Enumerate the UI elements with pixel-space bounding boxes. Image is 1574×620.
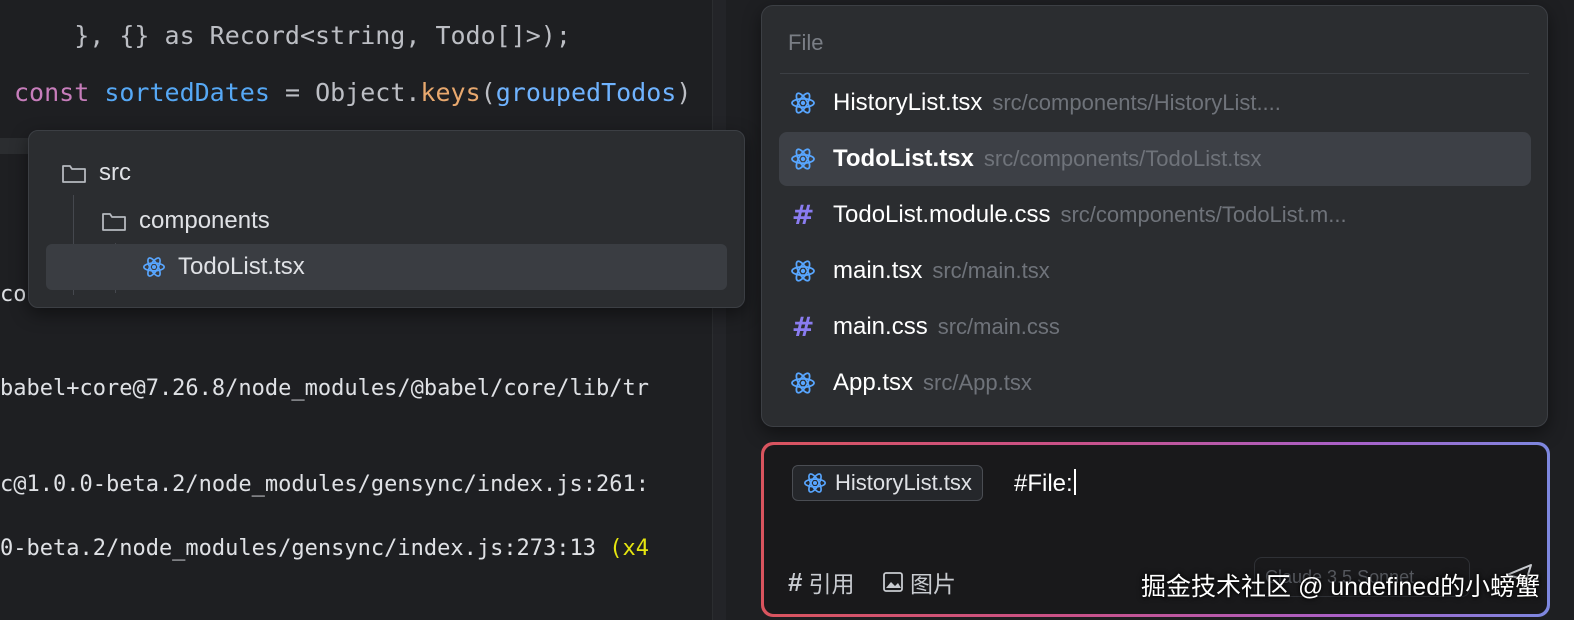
code-paren: ( xyxy=(480,78,496,107)
file-reference-chip[interactable]: HistoryList.tsx xyxy=(792,465,983,501)
file-option[interactable]: # main.css src/main.css xyxy=(779,300,1531,354)
divider xyxy=(780,73,1529,74)
image-button[interactable]: 图片 xyxy=(882,565,956,599)
file-path: src/components/HistoryList.... xyxy=(992,90,1281,115)
code-argument: groupedTodos xyxy=(495,78,677,107)
file-name: TodoList.tsx xyxy=(833,145,974,172)
tree-item-todolist[interactable]: TodoList.tsx xyxy=(46,244,727,290)
react-icon xyxy=(804,473,826,493)
file-path: src/App.tsx xyxy=(923,370,1032,395)
file-path: src/main.css xyxy=(937,314,1060,339)
file-picker-popup: File HistoryList.tsx src/components/Hist… xyxy=(761,5,1548,427)
file-name: TodoList.module.css xyxy=(833,201,1051,228)
hash-icon: # xyxy=(791,199,815,231)
code-line[interactable]: }, {} as Record<string, Todo[]>); xyxy=(14,0,571,79)
chip-label: HistoryList.tsx xyxy=(835,470,972,495)
watermark-text: 掘金技术社区 @ undefined的小螃蟹 xyxy=(1141,573,1541,601)
file-option[interactable]: HistoryList.tsx src/components/HistoryLi… xyxy=(779,76,1531,130)
code-method: keys xyxy=(420,78,481,107)
terminal-line: 0-beta.2/node_modules/gensync/index.js:2… xyxy=(0,536,649,561)
code-keyword: const xyxy=(14,78,90,107)
folder-tree-popup: src components TodoList.tsx xyxy=(28,130,745,308)
react-icon xyxy=(789,89,817,117)
file-name: main.tsx xyxy=(833,257,923,284)
terminal-line: c@1.0.0-beta.2/node_modules/gensync/inde… xyxy=(0,472,650,497)
file-option[interactable]: main.tsx src/main.tsx xyxy=(779,244,1531,298)
terminal-line: babel+core@7.26.8/node_modules/@babel/co… xyxy=(0,376,650,401)
image-label: 图片 xyxy=(910,571,956,597)
code-object: Object xyxy=(315,78,406,107)
folder-icon xyxy=(62,165,86,183)
image-icon xyxy=(883,572,903,592)
typed-text-value: #File: xyxy=(1014,470,1073,497)
code-dot: . xyxy=(405,78,421,107)
file-name: HistoryList.tsx xyxy=(833,89,983,116)
file-option-selected[interactable]: TodoList.tsx src/components/TodoList.tsx xyxy=(779,132,1531,186)
tree-item-src[interactable]: src xyxy=(61,150,721,196)
react-icon xyxy=(789,369,817,397)
file-path: src/components/TodoList.m... xyxy=(1060,202,1347,227)
terminal-repeat-count: (x4 xyxy=(609,536,650,561)
file-path: src/main.tsx xyxy=(932,258,1050,283)
editor-splitter[interactable] xyxy=(712,0,726,620)
file-name: App.tsx xyxy=(833,369,914,396)
code-operator: = xyxy=(269,78,316,107)
tree-item-label: components xyxy=(139,207,270,234)
reference-button[interactable]: # 引用 xyxy=(788,565,854,599)
tree-item-label: TodoList.tsx xyxy=(178,253,305,280)
file-option[interactable]: # TodoList.module.css src/components/Tod… xyxy=(779,188,1531,242)
code-line-1-text: }, {} as Record<string, Todo[]>); xyxy=(74,21,571,50)
code-line[interactable]: const sortedDates = Object.keys(groupedT… xyxy=(14,78,691,107)
file-path: src/components/TodoList.tsx xyxy=(983,146,1262,171)
react-icon xyxy=(789,257,817,285)
terminal-line: co xyxy=(0,282,27,307)
file-picker-header: File xyxy=(788,30,824,55)
terminal-line-text: 0-beta.2/node_modules/gensync/index.js:2… xyxy=(0,536,597,561)
typed-text: #File: xyxy=(1014,469,1076,498)
file-option[interactable]: App.tsx src/App.tsx xyxy=(779,356,1531,410)
text-caret xyxy=(1073,469,1076,495)
code-variable: sortedDates xyxy=(104,78,270,107)
tree-item-components[interactable]: components xyxy=(101,198,721,244)
react-icon xyxy=(789,145,817,173)
hash-icon: # xyxy=(788,566,803,597)
tree-item-label: src xyxy=(99,159,131,186)
react-icon xyxy=(143,257,165,277)
folder-icon xyxy=(102,213,126,231)
file-name: main.css xyxy=(833,313,928,340)
reference-label: 引用 xyxy=(808,571,855,597)
code-paren: ) xyxy=(676,78,692,107)
hash-icon: # xyxy=(791,311,815,343)
code-editor[interactable]: }, {} as Record<string, Todo[]>); const … xyxy=(0,0,712,620)
